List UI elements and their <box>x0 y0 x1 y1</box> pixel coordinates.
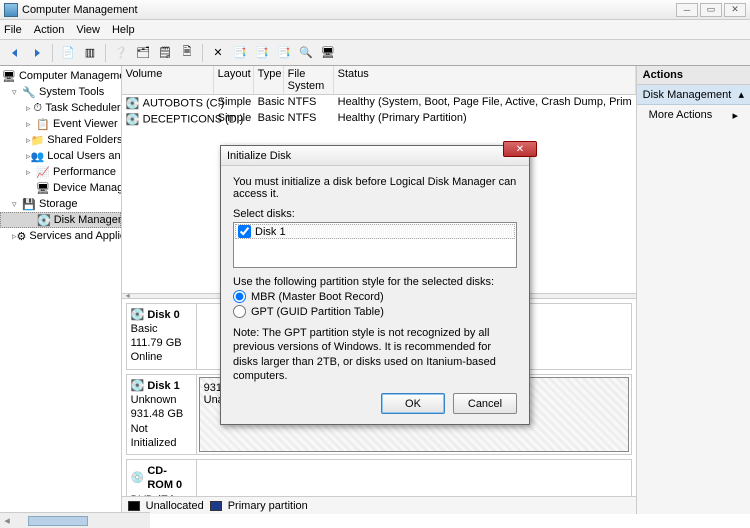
minimize-button[interactable]: ─ <box>676 3 698 17</box>
nav-tree[interactable]: 🖥Computer Management (Local ▿🔧System Too… <box>0 66 122 514</box>
menu-bar: File Action View Help <box>0 20 750 40</box>
tool-e[interactable]: 🖥 <box>319 44 337 62</box>
col-volume[interactable]: Volume <box>122 66 214 94</box>
tree-device-manager[interactable]: 🖥Device Manager <box>0 180 121 196</box>
tree-shared-folders[interactable]: ▹📁Shared Folders <box>0 132 121 148</box>
tree-root[interactable]: 🖥Computer Management (Local <box>0 68 121 84</box>
collapse-icon: ▴ <box>738 88 744 101</box>
select-disks-label: Select disks: <box>233 208 517 220</box>
menu-view[interactable]: View <box>76 24 100 36</box>
chevron-right-icon: ▸ <box>732 109 738 122</box>
menu-help[interactable]: Help <box>112 24 135 36</box>
up-button[interactable]: 📄 <box>59 44 77 62</box>
menu-file[interactable]: File <box>4 24 22 36</box>
partition-style-label: Use the following partition style for th… <box>233 276 517 288</box>
gpt-radio[interactable] <box>233 305 246 318</box>
actions-section[interactable]: Disk Management ▴ <box>637 85 750 105</box>
tree-disk-management[interactable]: 💽Disk Management <box>0 212 121 228</box>
refresh-button[interactable]: 🗂 <box>134 44 152 62</box>
volume-list-header: Volume Layout Type File System Status <box>122 66 636 95</box>
disk1-checkbox-row[interactable]: Disk 1 <box>235 224 515 239</box>
tree-event-viewer[interactable]: ▹📋Event Viewer <box>0 116 121 132</box>
more-actions[interactable]: More Actions ▸ <box>637 105 750 126</box>
maximize-button[interactable]: ▭ <box>700 3 722 17</box>
col-layout[interactable]: Layout <box>214 66 254 94</box>
mbr-radio-row[interactable]: MBR (Master Boot Record) <box>233 290 517 303</box>
actions-pane: Actions Disk Management ▴ More Actions ▸ <box>637 66 750 514</box>
tool-b[interactable]: 📑 <box>253 44 271 62</box>
delete-button[interactable]: ✕ <box>209 44 227 62</box>
volume-row[interactable]: 💽AUTOBOTS (C:) Simple Basic NTFS Healthy… <box>122 95 636 111</box>
dialog-close-button[interactable]: ✕ <box>503 141 537 157</box>
toolbar: 📄 ▥ ❔ 🗂 🗒 🗎 ✕ 📑 📑 📑 🔍 🖥 <box>0 40 750 66</box>
action-button[interactable]: 🗒 <box>156 44 174 62</box>
legend-unalloc-swatch <box>128 501 140 511</box>
gpt-radio-row[interactable]: GPT (GUID Partition Table) <box>233 305 517 318</box>
col-type[interactable]: Type <box>254 66 284 94</box>
forward-button[interactable] <box>28 44 46 62</box>
volume-row[interactable]: 💽DECEPTICONS (D:) Simple Basic NTFS Heal… <box>122 111 636 127</box>
disk-select-list[interactable]: Disk 1 <box>233 222 517 268</box>
mbr-radio[interactable] <box>233 290 246 303</box>
prop-button[interactable]: 🗎 <box>178 44 196 62</box>
actions-header: Actions <box>637 66 750 85</box>
col-filesystem[interactable]: File System <box>284 66 334 94</box>
drive-icon: 💽 <box>126 112 140 126</box>
back-button[interactable] <box>6 44 24 62</box>
disk-icon: 💽 <box>131 379 145 393</box>
legend-primary-swatch <box>210 501 222 511</box>
tree-performance[interactable]: ▹📈Performance <box>0 164 121 180</box>
tree-task-scheduler[interactable]: ▹⏱Task Scheduler <box>0 100 121 116</box>
show-hide-button[interactable]: ▥ <box>81 44 99 62</box>
tree-services[interactable]: ▹⚙Services and Applications <box>0 228 121 244</box>
initialize-disk-dialog: Initialize Disk ✕ You must initialize a … <box>220 145 530 425</box>
menu-action[interactable]: Action <box>34 24 65 36</box>
tree-local-users[interactable]: ▹👥Local Users and Groups <box>0 148 121 164</box>
tree-system-tools[interactable]: ▿🔧System Tools <box>0 84 121 100</box>
cd-icon: 💿 <box>131 471 145 485</box>
dialog-title: Initialize Disk <box>227 150 291 162</box>
dialog-titlebar[interactable]: Initialize Disk ✕ <box>221 146 529 166</box>
app-icon <box>4 3 18 17</box>
disk1-checkbox[interactable] <box>238 225 251 238</box>
drive-icon: 💽 <box>126 96 140 110</box>
dialog-message: You must initialize a disk before Logica… <box>233 176 517 200</box>
tool-a[interactable]: 📑 <box>231 44 249 62</box>
cdrom-row[interactable]: 💿CD-ROM 0 DVD (E:) No Media <box>126 459 632 496</box>
tool-d[interactable]: 🔍 <box>297 44 315 62</box>
tree-storage[interactable]: ▿💾Storage <box>0 196 121 212</box>
tree-hscroll[interactable]: ◂ <box>0 512 122 514</box>
cancel-button[interactable]: Cancel <box>453 393 517 414</box>
ok-button[interactable]: OK <box>381 393 445 414</box>
close-button[interactable]: ✕ <box>724 3 746 17</box>
legend: Unallocated Primary partition <box>122 496 636 514</box>
window-title: Computer Management <box>22 4 674 16</box>
tool-c[interactable]: 📑 <box>275 44 293 62</box>
col-status[interactable]: Status <box>334 66 636 94</box>
help-button[interactable]: ❔ <box>112 44 130 62</box>
disk-icon: 💽 <box>131 308 145 322</box>
dialog-note: Note: The GPT partition style is not rec… <box>233 326 517 383</box>
window-titlebar: Computer Management ─ ▭ ✕ <box>0 0 750 20</box>
